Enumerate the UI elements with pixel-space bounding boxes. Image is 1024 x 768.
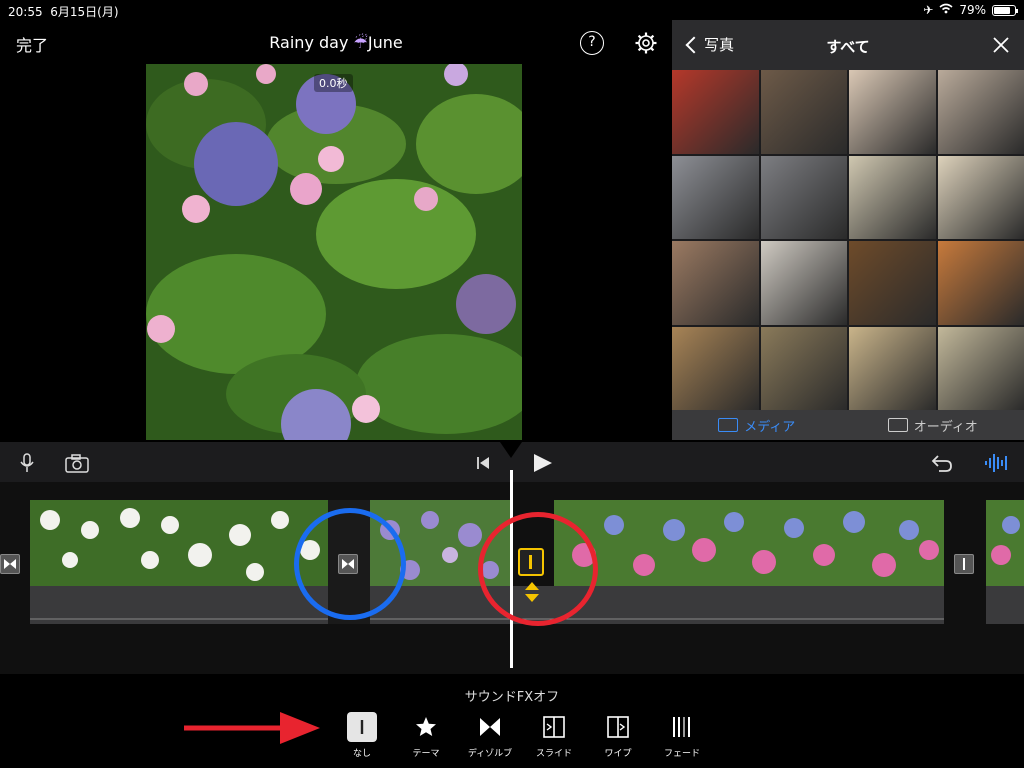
- clip-1[interactable]: [30, 500, 328, 586]
- transition-dissolve[interactable]: ディゾルブ: [458, 712, 522, 768]
- playhead-marker: [500, 442, 522, 458]
- microphone-icon[interactable]: [16, 452, 38, 474]
- transition-slide[interactable]: スライド: [522, 712, 586, 768]
- browser-title: すべて: [826, 38, 870, 56]
- media-thumbnail[interactable]: [760, 326, 847, 410]
- media-thumbnail[interactable]: [672, 326, 759, 410]
- media-thumbnail[interactable]: [672, 241, 759, 325]
- media-thumbnail[interactable]: [849, 241, 936, 325]
- clip-4[interactable]: [986, 500, 1024, 586]
- none-icon: [347, 712, 377, 742]
- airplane-icon: ✈: [923, 3, 934, 17]
- transition-fade[interactable]: フェード: [650, 712, 714, 768]
- media-thumbnail[interactable]: [937, 326, 1024, 410]
- media-thumbnail[interactable]: [849, 326, 936, 410]
- transition-none[interactable]: なし: [330, 712, 394, 768]
- sound-fx-label[interactable]: サウンドFXオフ: [0, 686, 1024, 705]
- media-grid: [672, 70, 1024, 410]
- tab-audio[interactable]: オーディオ: [887, 416, 978, 435]
- audio-track-2: [370, 586, 944, 624]
- slide-icon: [539, 712, 569, 742]
- project-title: Rainy day ☔June: [269, 33, 403, 52]
- media-thumbnail[interactable]: [849, 70, 936, 154]
- film-icon: [718, 418, 739, 432]
- media-thumbnail[interactable]: [849, 155, 936, 239]
- media-thumbnail[interactable]: [672, 155, 759, 239]
- status-right: ✈ 79%: [923, 3, 1018, 17]
- clip-3[interactable]: [554, 500, 944, 586]
- waveform-icon[interactable]: [984, 452, 1010, 474]
- media-thumbnail[interactable]: [672, 70, 759, 154]
- media-thumbnail[interactable]: [937, 70, 1024, 154]
- transition-button-start[interactable]: [0, 554, 20, 574]
- media-thumbnail[interactable]: [760, 241, 847, 325]
- wipe-icon: [603, 712, 633, 742]
- close-icon[interactable]: [992, 36, 1010, 54]
- transition-options: なし テーマ ディゾルブ スライド ワイプ フェード: [330, 712, 714, 768]
- battery-percent: 79%: [959, 3, 986, 17]
- time-badge: 0.0秒: [314, 74, 353, 92]
- transition-wipe[interactable]: ワイプ: [586, 712, 650, 768]
- undo-icon[interactable]: [930, 452, 954, 474]
- skip-back-icon[interactable]: [474, 452, 492, 474]
- fade-icon: [667, 712, 697, 742]
- audio-track-1: [30, 586, 328, 624]
- media-thumbnail[interactable]: [760, 70, 847, 154]
- annotation-arrow: [184, 712, 320, 744]
- browser-tabs: メディア オーディオ: [672, 410, 1024, 440]
- media-thumbnail[interactable]: [760, 155, 847, 239]
- video-preview[interactable]: [146, 64, 522, 440]
- gear-icon[interactable]: [634, 31, 658, 55]
- status-time: 20:55 6月15日(月): [8, 5, 119, 19]
- media-thumbnail[interactable]: [937, 155, 1024, 239]
- annotation-circle-red: [478, 512, 598, 626]
- umbrella-icon: ☔: [353, 33, 368, 52]
- transition-button-none[interactable]: [954, 554, 974, 574]
- battery-icon: [992, 4, 1018, 16]
- play-icon[interactable]: [530, 452, 554, 474]
- media-thumbnail[interactable]: [937, 241, 1024, 325]
- tab-media[interactable]: メディア: [718, 416, 795, 435]
- audio-track-3: [986, 586, 1024, 624]
- status-bar: 20:55 6月15日(月) ✈ 79%: [0, 0, 1024, 20]
- transition-theme[interactable]: テーマ: [394, 712, 458, 768]
- star-icon: [411, 712, 441, 742]
- help-icon[interactable]: ?: [580, 31, 604, 55]
- browser-header: 写真 すべて: [672, 20, 1024, 70]
- music-icon: [887, 418, 908, 432]
- hydrangea-image: [146, 64, 522, 440]
- done-button[interactable]: 完了: [16, 32, 48, 56]
- wifi-icon: [939, 3, 953, 17]
- annotation-circle-blue: [294, 508, 406, 620]
- media-browser: 写真 すべて メディア オーディオ: [672, 20, 1024, 440]
- camera-icon[interactable]: [64, 452, 90, 474]
- dissolve-icon: [475, 712, 505, 742]
